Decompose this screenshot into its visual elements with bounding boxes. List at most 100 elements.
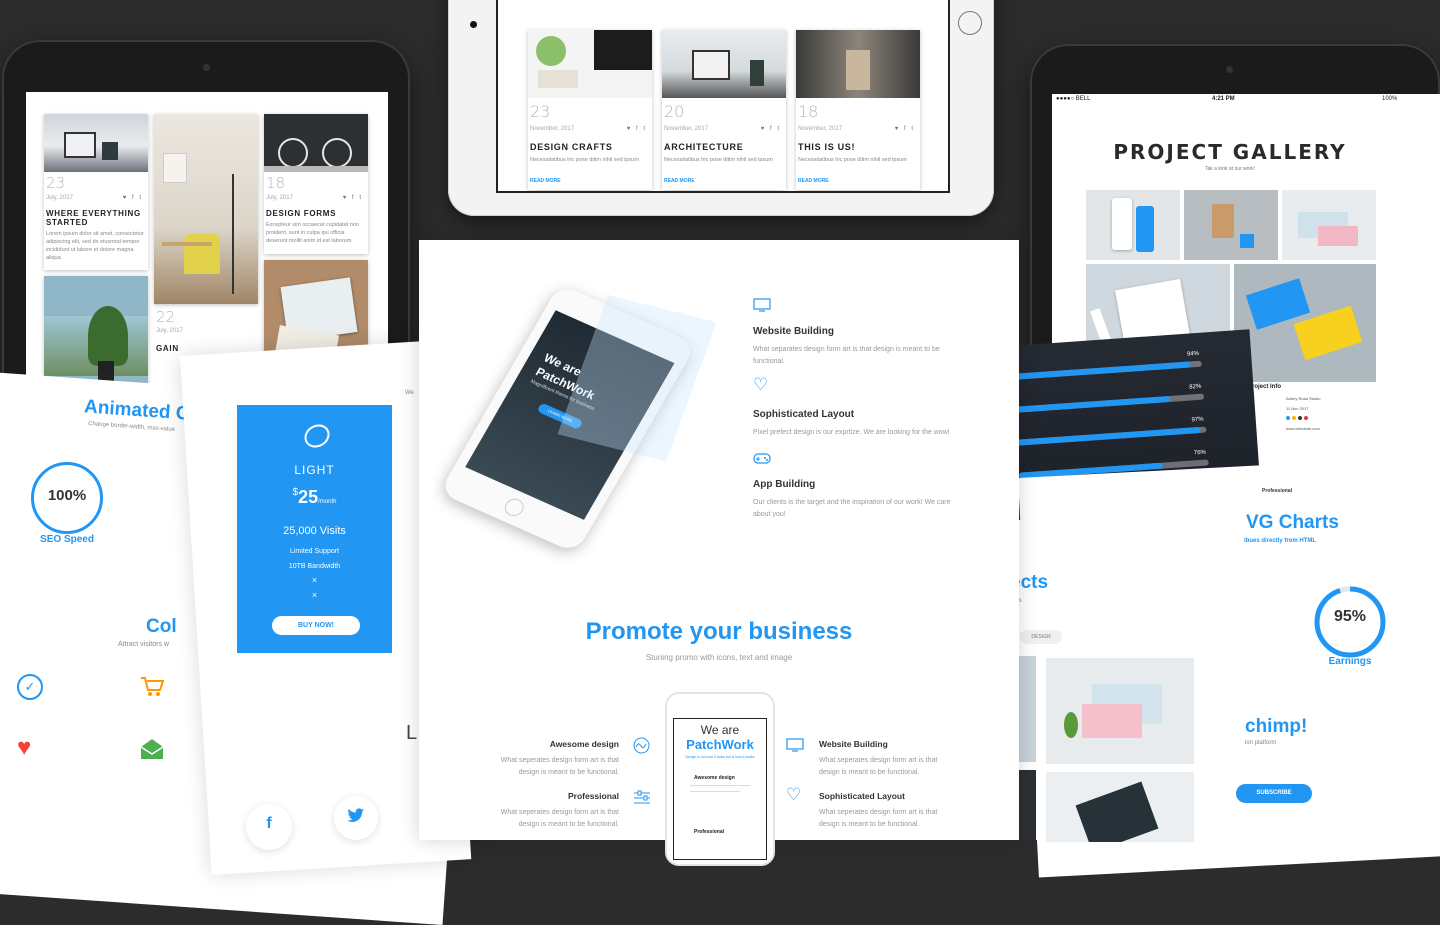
promo-left-text-line2: design is meant to be functional. [518,769,619,776]
subscribe-button[interactable]: SUBSCRIBE [1236,784,1312,803]
monitor-icon [753,298,771,312]
project-thumb-cards[interactable] [1046,658,1194,764]
gallery-item-phone[interactable] [1086,190,1180,260]
feature-text: What separates design form art is that d… [753,346,940,353]
share-icons[interactable]: ♥ f t [627,126,647,132]
filter-tag-design[interactable]: DESIGN [1020,630,1062,644]
heart-outline-icon: ♡ [786,785,802,804]
twitter-button[interactable] [334,796,378,840]
promo-phone-screen: We are PatchWork Design is not how it lo… [673,718,767,860]
pricing-side-text: We [405,390,414,396]
top-tablet-screen: 23 November, 2017 ♥ f t DESIGN CRAFTS Ne… [496,0,950,193]
feature-text-line2: functional. [753,358,785,365]
share-icons[interactable]: ♥ f t [895,126,915,132]
blog-date: July, 2017 [46,195,73,201]
blog-excerpt: Lorem ipsum dolor sit amet, consectetur … [46,231,144,261]
status-carrier: ●●●●○ BELL [1056,96,1091,102]
share-icons[interactable]: ♥ f t [343,195,363,201]
share-icons[interactable]: ♥ f t [761,126,781,132]
project-thumb-box[interactable] [1018,656,1036,762]
facebook-icon: f [266,815,272,832]
twitter-icon [347,808,365,822]
hero-phone: We are PatchWork Magnificent theme for b… [434,283,724,575]
blog-title[interactable]: THIS IS US! [798,142,855,152]
project-info-site[interactable]: www.clientsite.com [1286,426,1320,431]
read-more-link[interactable]: READ MORE [530,178,561,184]
project-thumb-phone[interactable] [1046,772,1194,842]
blog-card[interactable]: 23 November, 2017 ♥ f t DESIGN CRAFTS Ne… [528,30,652,190]
blog-card[interactable]: 18 July, 2017 ♥ f t DESIGN FORMS Excepte… [264,114,368,254]
tablet-camera [1226,66,1233,73]
blog-card[interactable]: 20 November, 2017 ♥ f t ARCHITECTURE Nec… [662,30,786,190]
tiny-label: Professional [1262,488,1293,494]
skill-bar-label: 97% [1191,416,1204,424]
gallery-item-box[interactable] [1282,190,1376,260]
gallery-title: PROJECT GALLERY [1113,140,1347,164]
promo-right-text: What seperates design form art is that [819,757,938,764]
blog-title[interactable]: GAIN [156,344,179,353]
facebook-button[interactable]: f [246,804,292,850]
plan-feature-unavailable: × [311,575,318,585]
blog-card[interactable]: 18 November, 2017 ♥ f t THIS IS US! Nece… [796,30,920,190]
plan-feature: 10TB Bandwidth [288,563,341,570]
gallery-item-cards[interactable] [1234,264,1376,382]
blog-date: November, 2017 [664,126,709,132]
blog-day: 23 [46,174,66,192]
feature-title: App Building [753,479,816,490]
read-more-link[interactable]: READ MORE [664,178,695,184]
promo-right-text-line2: design is meant to be functional. [819,821,920,828]
project-thumb-dark[interactable] [1018,770,1036,840]
feature-text: Pixel prefect design is our exprtize. We… [753,429,950,436]
blog-title[interactable]: ARCHITECTURE [664,142,743,152]
seo-circle-value: 100% [47,487,87,504]
mail-open-icon[interactable] [140,738,164,765]
top-tablet: 23 November, 2017 ♥ f t DESIGN CRAFTS Ne… [448,0,994,216]
gallery-item-tag[interactable] [1184,190,1278,260]
skill-bar-label: 82% [1189,383,1202,391]
price: $25/month [237,487,392,508]
blog-photo-chair[interactable] [154,114,258,304]
status-battery: 100% [1382,96,1398,102]
home-button[interactable] [958,11,982,35]
blog-excerpt: Necessitatibus hic pose ditim nihil sed … [798,157,907,163]
promo-title: Promote your business [585,618,853,645]
wave-circle-icon [633,737,650,754]
blog-day: 18 [798,102,819,121]
blog-title-line2[interactable]: STARTED [46,218,88,227]
promo-phone: We are PatchWork Design is not how it lo… [665,692,775,866]
cart-icon[interactable] [140,676,165,703]
buy-now-button[interactable]: BUY NOW! [272,616,360,635]
blog-title[interactable]: DESIGN CRAFTS [530,142,613,152]
read-more-link[interactable]: READ MORE [798,178,829,184]
football-icon [300,419,334,453]
promo-right-text: What seperates design form art is that [819,809,938,816]
blog-excerpt: Excepteur sint occaecat cupidatat non pr… [266,222,359,244]
blog-title[interactable]: DESIGN FORMS [266,209,336,218]
promo-subtitle: Stuning promo with icons, text and image [645,653,793,662]
blog-day: 20 [664,102,685,121]
skill-bar-fill [1016,426,1201,446]
blog-date: November, 2017 [530,126,575,132]
blog-day: 23 [530,102,551,121]
feature-title: Sophisticated Layout [753,409,855,420]
skill-bar-label: 76% [1193,449,1207,457]
skill-bar-track [1016,426,1207,446]
blog-date: July, 2017 [266,195,293,201]
check-circle-icon[interactable]: ✓ [17,674,43,700]
heart-icon[interactable]: ♥ [17,736,31,760]
share-icons[interactable]: ♥ f t [123,195,143,201]
colors-heading: Col [146,616,177,637]
monitor-icon [786,738,804,752]
skill-bar-track [1014,393,1205,413]
blog-photo-corridor [796,30,920,98]
blog-day: 18 [266,174,286,192]
pricing-bottom-letter: L [406,722,418,744]
promo-left-title: Professional [567,791,619,801]
blog-title[interactable]: WHERE EVERYTHING [46,209,141,218]
blog-photo-desk [528,30,652,98]
heart-outline-icon: ♡ [753,375,769,394]
blog-day: 22 [156,308,176,326]
blog-card[interactable]: 23 July, 2017 ♥ f t WHERE EVERYTHING STA… [44,114,148,270]
sliders-icon [634,790,650,804]
mini-item: Awesome design [694,775,735,781]
